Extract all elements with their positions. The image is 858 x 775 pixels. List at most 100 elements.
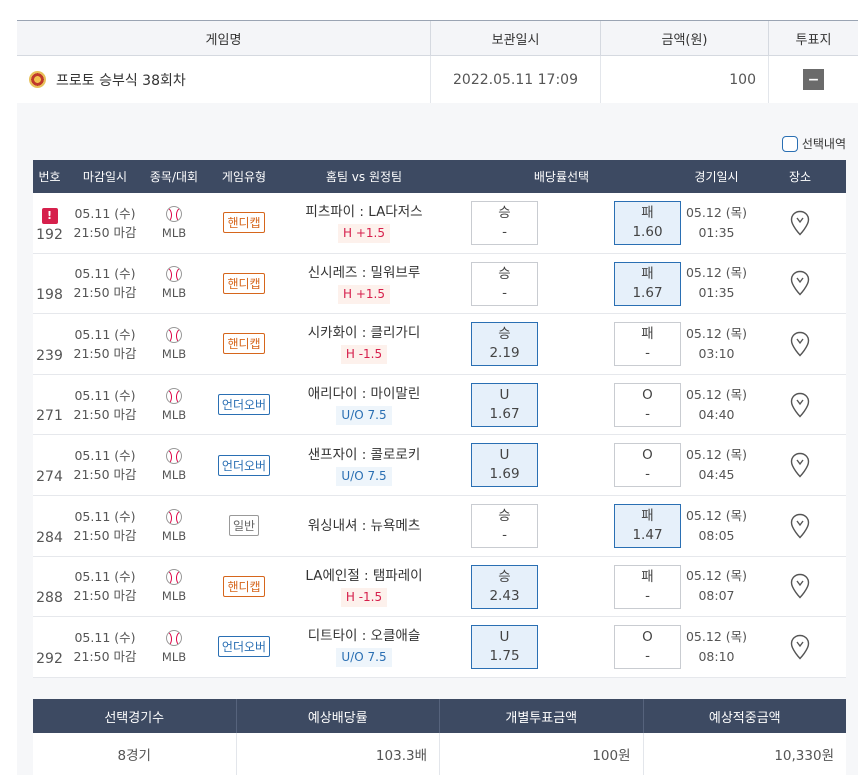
game-type-badge: 핸디캡 [223,575,265,597]
odds-option-left[interactable]: 승 - [471,201,538,245]
sport-cell: MLB [144,193,204,253]
match-date: 05.12 (목) [685,265,747,281]
sport-cell: MLB [144,557,204,617]
summary-payout: 10,330원 [774,748,834,764]
odds-option-right[interactable]: 패 - [614,322,681,367]
match-time: 01:35 [698,285,735,301]
odds-option-right[interactable]: O - [614,443,681,488]
odds-option-left[interactable]: 승 2.43 [471,564,538,609]
odds-left-value: 2.19 [489,345,520,362]
league-label: MLB [161,346,187,361]
match-row[interactable]: 239 05.11 (수) 21:50 마감 MLB 핸디캡 시카화이 : 클리… [33,314,846,375]
league-label: MLB [161,225,187,240]
odds-option-left[interactable]: U 1.67 [471,382,538,427]
match-row[interactable]: 271 05.11 (수) 21:50 마감 MLB 언더오버 애리다이 : 마… [33,374,846,436]
odds-option-right[interactable]: O - [614,382,681,427]
odds-left-label: U [499,629,510,646]
match-row[interactable]: 292 05.11 (수) 21:50 마감 MLB 언더오버 디트타이 : 오… [33,617,846,678]
collapse-button[interactable]: − [803,69,824,90]
odds-option-right[interactable]: 패 1.60 [614,201,681,245]
game-type-badge: 핸디캡 [223,333,265,355]
deadline-cell: 05.11 (수) 21:50 마감 [66,435,144,495]
deadline-date: 05.11 (수) [74,569,136,585]
baseball-icon [166,508,182,525]
match-row[interactable]: 274 05.11 (수) 21:50 마감 MLB 언더오버 샌프자이 : 콜… [33,435,846,496]
teams-cell: 시카화이 : 클리가디 H -1.5 [284,314,444,374]
odds-right-label: 패 [641,507,654,524]
match-number: 292 [36,650,63,667]
match-time-cell: 05.12 (목) 03:10 [679,314,754,374]
deadline-date: 05.11 (수) [74,326,136,342]
odds-option-right[interactable]: O - [614,625,681,670]
teams-label: 신시레즈 : 밀워브루 [307,264,421,281]
match-row[interactable]: 288 05.11 (수) 21:50 마감 MLB 핸디캡 LA에인절 : 탬… [33,556,846,618]
summary-header-odds: 예상배당률 [237,699,440,733]
col-vote: 투표지 [795,32,832,48]
odds-right-label: 패 [641,568,654,585]
game-type-badge: 언더오버 [217,636,271,658]
venue-cell [754,375,846,435]
summary-table: 선택경기수 예상배당률 개별투표금액 예상적중금액 8경기 103.3배 100… [33,699,846,775]
deadline-cell: 05.11 (수) 21:50 마감 [66,193,144,253]
match-time: 04:40 [698,406,735,422]
odds-option-left[interactable]: 승 2.19 [471,322,538,367]
selection-history-toggle[interactable]: 선택내역 [781,135,846,152]
match-time-cell: 05.12 (목) 01:35 [679,254,754,314]
odds-option-left[interactable]: U 1.75 [471,625,538,670]
summary-header-games: 선택경기수 [33,699,237,733]
match-number-cell: 288 [33,557,66,617]
teams-cell: 신시레즈 : 밀워브루 H +1.5 [284,254,444,314]
odds-option-right[interactable]: 패 - [614,564,681,609]
location-pin-icon[interactable] [790,331,810,357]
selection-history-checkbox[interactable] [781,135,798,152]
location-pin-icon[interactable] [790,392,810,418]
odds-left-label: 승 [498,568,511,585]
handicap-tag: H +1.5 [338,224,390,244]
handicap-tag: U/O 7.5 [336,406,392,426]
location-pin-icon[interactable] [790,210,810,236]
teams-label: 워싱내셔 : 뉴욕메츠 [307,517,421,534]
odds-option-right[interactable]: 패 1.67 [614,261,681,306]
location-pin-icon[interactable] [790,513,810,539]
teams-label: 피츠파이 : LA다저스 [305,204,423,221]
odds-cell: U 1.69 O - [444,435,681,495]
location-pin-icon[interactable] [790,452,810,478]
location-pin-icon[interactable] [790,270,810,296]
game-type-cell: 핸디캡 [204,193,284,253]
alert-icon: ! [41,207,58,224]
game-type-badge: 핸디캡 [223,212,265,234]
match-row[interactable]: 198 05.11 (수) 21:50 마감 MLB 핸디캡 신시레즈 : 밀워… [33,253,846,315]
summary-row: 8경기 103.3배 100원 10,330원 [33,733,846,775]
match-rows: ! 192 05.11 (수) 21:50 마감 MLB 핸디캡 피츠파이 : … [33,193,846,678]
match-row[interactable]: ! 192 05.11 (수) 21:50 마감 MLB 핸디캡 피츠파이 : … [33,193,846,254]
match-number: 274 [36,468,63,485]
odds-option-left[interactable]: 승 - [471,261,538,306]
odds-left-value: - [502,284,507,301]
handicap-tag: U/O 7.5 [336,466,392,486]
game-type-cell: 핸디캡 [204,314,284,374]
league-label: MLB [161,286,187,301]
bet-detail-panel: 선택내역 번호 마감일시 종목/대회 게임유형 홈팀 vs 원정팀 배당률선택 … [17,103,858,775]
location-pin-icon[interactable] [790,634,810,660]
deadline-date: 05.11 (수) [74,508,136,524]
odds-right-label: 패 [641,205,654,221]
match-date: 05.12 (목) [685,386,747,402]
odds-option-right[interactable]: 패 1.47 [614,503,681,548]
odds-option-left[interactable]: 승 - [471,503,538,548]
match-time: 08:07 [698,588,735,604]
game-type-cell: 일반 [204,496,284,556]
location-pin-icon[interactable] [790,573,810,599]
col-sport: 종목/대회 [149,170,199,184]
match-row[interactable]: 284 05.11 (수) 21:50 마감 MLB 일반 워싱내셔 : 뉴욕메… [33,495,846,557]
odds-option-left[interactable]: U 1.69 [471,443,538,488]
col-teams: 홈팀 vs 원정팀 [325,170,403,184]
teams-cell: 애리다이 : 마이말린 U/O 7.5 [284,375,444,435]
match-number-cell: 271 [33,375,66,435]
match-date: 05.12 (목) [685,447,747,463]
bet-slip-row[interactable]: 프로토 승부식 38회차 2022.05.11 17:09 100 − [17,56,858,104]
baseball-icon [166,387,182,404]
match-date: 05.12 (목) [685,507,747,523]
league-label: MLB [161,589,187,604]
teams-cell: 샌프자이 : 콜로로키 U/O 7.5 [284,435,444,495]
match-number-cell: ! 192 [33,193,66,253]
